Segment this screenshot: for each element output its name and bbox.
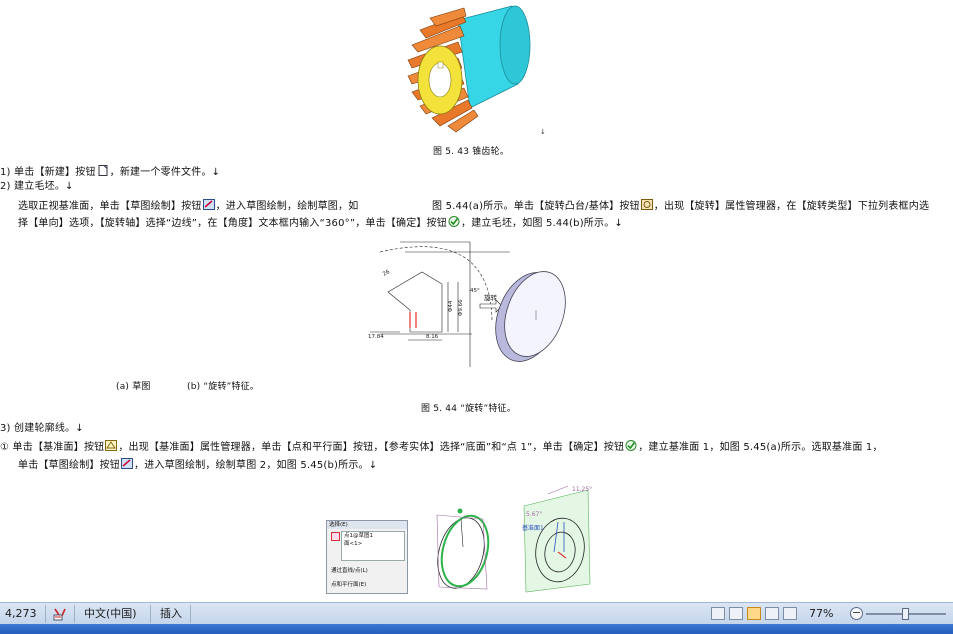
dim-1784: 17.84 bbox=[368, 334, 384, 340]
status-bar: 4,273 中文(中国) 插入 77% − bbox=[0, 602, 953, 625]
separator bbox=[74, 605, 75, 623]
fig543-mark: ↓ bbox=[540, 128, 546, 136]
fig544-sub-a: (a) 草图 bbox=[116, 382, 151, 392]
step2-line2a: 择【单向】选项，【旋转轴】选择“边线”，在【角度】文本框内输入“360°”，单击… bbox=[18, 218, 448, 229]
selection-item-1[interactable]: 点1@草图1 bbox=[342, 532, 404, 540]
sketch-icon-2 bbox=[121, 458, 133, 469]
step1-text: 1) 单击【新建】按钮 bbox=[0, 167, 96, 178]
selection-list[interactable]: 点1@草图1 面<1> bbox=[341, 531, 405, 561]
dim-label: 5.67° bbox=[526, 511, 542, 518]
angle-label: 11.25° bbox=[572, 486, 592, 493]
fig543-caption: 图 5. 43 锥齿轮。 bbox=[433, 147, 510, 157]
step3-line2: 单击【草图绘制】按钮 ，进入草图绘制，绘制草图 2，如图 5.45(b)所示。↓ bbox=[18, 458, 377, 472]
separator bbox=[45, 605, 46, 623]
separator bbox=[150, 605, 151, 623]
language-indicator[interactable]: 中文(中国) bbox=[84, 606, 137, 622]
step1-rest: ，新建一个零件文件。↓ bbox=[109, 167, 221, 178]
step3-1a: ① 单击【基准面】按钮 bbox=[0, 442, 105, 453]
plane-figure-b: 11.25° 5.67° 基准面1 bbox=[522, 485, 592, 593]
draft-view-button[interactable] bbox=[783, 607, 797, 620]
step3-heading: 3) 创建轮廓线。↓ bbox=[0, 423, 84, 434]
step2-line1-cont: 图 5.44(a)所示。单击【旋转凸台/基体】按钮 ，出现【旋转】属性管理器，在【… bbox=[432, 199, 929, 213]
step3-1c: ，建立基准面 1，如图 5.45(a)所示。选取基准面 1， bbox=[638, 442, 883, 453]
reading-view-button[interactable] bbox=[729, 607, 743, 620]
step3-1b: ，出现【基准面】属性管理器，单击【点和平行面】按钮，【参考实体】选择“底面”和“… bbox=[118, 442, 625, 453]
insert-mode[interactable]: 插入 bbox=[160, 606, 182, 622]
step2-heading: 2) 建立毛坯。↓ bbox=[0, 181, 74, 192]
revolve-boss-icon bbox=[640, 199, 653, 210]
word-count[interactable]: 4,273 bbox=[5, 606, 37, 622]
bevel-gear-figure: ↓ bbox=[407, 5, 546, 136]
step2-line1d: ，出现【旋转】属性管理器，在【旋转类型】下拉列表框内选 bbox=[653, 201, 930, 212]
step3-2a: 单击【草图绘制】按钮 bbox=[18, 460, 120, 471]
step2-line1: 选取正视基准面，单击【草图绘制】按钮 ，进入草图绘制，绘制草图，如 bbox=[18, 199, 358, 213]
step2-line1a: 选取正视基准面，单击【草图绘制】按钮 bbox=[18, 201, 202, 212]
zoom-slider-thumb[interactable] bbox=[902, 608, 909, 620]
dim-45deg: 45° bbox=[470, 288, 480, 294]
print-layout-view-button[interactable] bbox=[711, 607, 725, 620]
fig544-caption: 图 5. 44 “旋转”特征。 bbox=[421, 404, 516, 414]
step3-line1: ① 单击【基准面】按钮 ，出现【基准面】属性管理器，单击【点和平行面】按钮，【参考… bbox=[0, 440, 883, 454]
plane-label: 基准面1 bbox=[522, 524, 544, 532]
fig544-sub-b: (b) “旋转”特征。 bbox=[187, 382, 260, 392]
separator bbox=[190, 605, 191, 623]
step2-line1c: 图 5.44(a)所示。单击【旋转凸台/基体】按钮 bbox=[432, 201, 640, 212]
step3-2b: ，进入草图绘制，绘制草图 2，如图 5.45(b)所示。↓ bbox=[134, 460, 378, 471]
confirm-check-icon bbox=[448, 216, 460, 227]
panel-title: 选择(E) bbox=[327, 521, 407, 529]
selection-panel: 选择(E) 点1@草图1 面<1> 通过直线/点(L) 点和平行面(E) bbox=[326, 520, 408, 594]
dim-26: 26 bbox=[382, 269, 391, 278]
outline-view-button[interactable] bbox=[765, 607, 779, 620]
option-point-parallel[interactable]: 点和平行面(E) bbox=[331, 581, 366, 589]
rotate-label: 旋转 bbox=[484, 293, 498, 302]
document-page: ↓ 图 5. 43 锥齿轮。 1) 单击【新建】按钮 ，新建一个零件文件。↓ 2)… bbox=[0, 0, 953, 602]
plane-figure-a bbox=[436, 508, 490, 590]
zoom-level[interactable]: 77% bbox=[809, 606, 833, 622]
selection-icon bbox=[331, 532, 340, 541]
step2-line2b: ，建立毛坯，如图 5.44(b)所示。↓ bbox=[461, 218, 623, 229]
step1-line: 1) 单击【新建】按钮 ，新建一个零件文件。↓ bbox=[0, 165, 220, 179]
reference-plane-icon bbox=[105, 440, 118, 451]
dim-816: 8.16 bbox=[426, 334, 439, 340]
proofing-icon[interactable] bbox=[52, 606, 68, 622]
step2-line2: 择【单向】选项，【旋转轴】选择“边线”，在【角度】文本框内输入“360°”，单击… bbox=[18, 216, 623, 230]
selection-item-2[interactable]: 面<1> bbox=[342, 540, 404, 548]
option-line-point[interactable]: 通过直线/点(L) bbox=[331, 567, 368, 575]
taskbar bbox=[0, 624, 953, 634]
step2-line1b: ，进入草图绘制，绘制草图，如 bbox=[215, 201, 359, 212]
zoom-out-icon[interactable]: − bbox=[850, 607, 863, 620]
dim-phi966: Φ9.66 bbox=[458, 299, 464, 316]
sketch-icon bbox=[202, 199, 215, 210]
revolve-sketch-figure: 26 45° Φ44 Φ9.66 17.84 8.16 旋转 bbox=[368, 241, 566, 367]
dim-phi44: Φ44 bbox=[448, 300, 454, 312]
new-document-icon bbox=[98, 165, 108, 176]
web-layout-view-button[interactable] bbox=[747, 607, 761, 620]
confirm-check-icon-2 bbox=[625, 440, 637, 451]
